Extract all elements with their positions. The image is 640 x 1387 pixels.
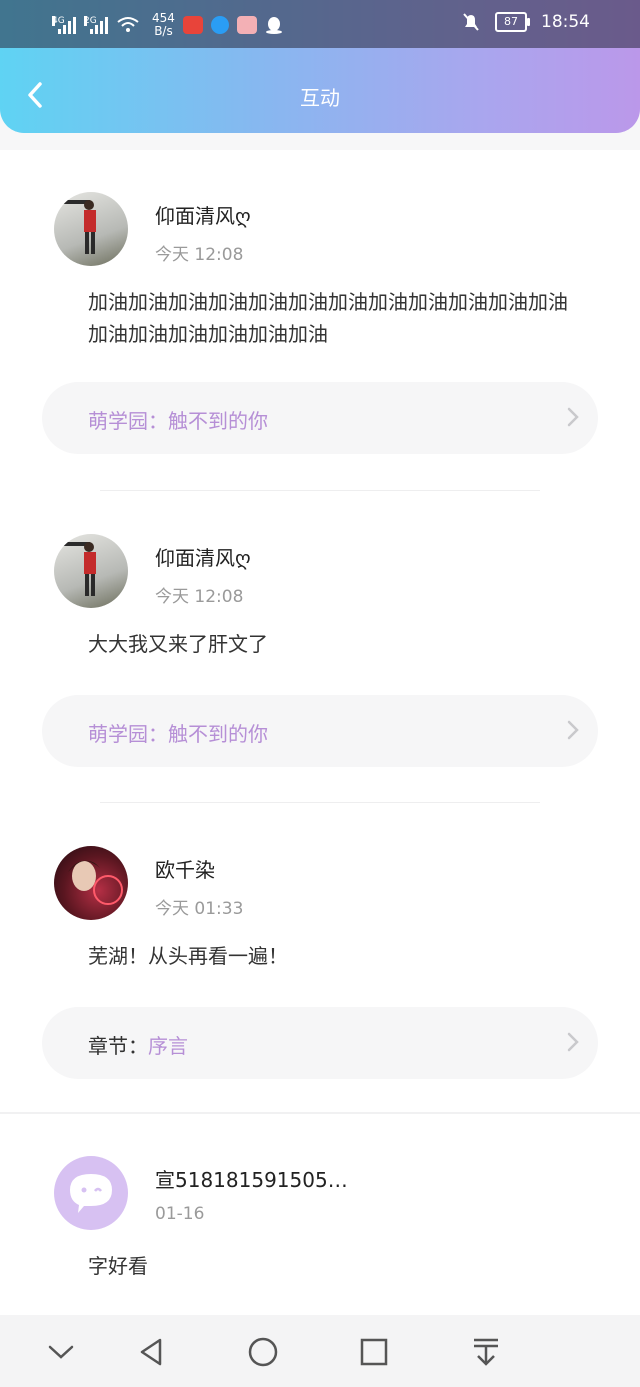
network-speed: 454 B/s bbox=[152, 11, 175, 38]
post-time: 今天 12:08 bbox=[155, 587, 244, 607]
divider bbox=[100, 490, 540, 491]
post-time: 今天 12:08 bbox=[155, 245, 244, 265]
default-avatar-icon bbox=[70, 1174, 112, 1213]
interaction-list: 仰面清风ღ 今天 12:08 加油加油加油加油加油加油加油加油加油加油加油加油加… bbox=[0, 150, 640, 1315]
avatar[interactable] bbox=[54, 534, 128, 608]
chevron-right-icon bbox=[567, 720, 579, 740]
chapter-link[interactable]: 章节：序言 bbox=[42, 1007, 598, 1079]
divider bbox=[100, 802, 540, 803]
avatar[interactable] bbox=[54, 192, 128, 266]
section-divider bbox=[0, 1112, 640, 1114]
comment-text: 芜湖！从头再看一遍！ bbox=[88, 944, 288, 968]
back-triangle-icon[interactable] bbox=[134, 1335, 168, 1369]
system-nav-bar bbox=[0, 1315, 640, 1387]
source-label: 萌学园：触不到的你 bbox=[88, 409, 268, 433]
bulb-app-icon bbox=[210, 16, 229, 34]
username: 欧千染 bbox=[155, 858, 215, 882]
page-title: 互动 bbox=[300, 86, 340, 110]
mute-bell-icon bbox=[463, 13, 479, 31]
comment-text: 大大我又来了肝文了 bbox=[88, 632, 268, 656]
signal-icon: 2G bbox=[84, 16, 108, 34]
username: 仰面清风ღ bbox=[155, 204, 251, 228]
username: 宣518181591505… bbox=[155, 1168, 348, 1192]
source-link[interactable]: 萌学园：触不到的你 bbox=[42, 695, 598, 767]
signal-icon: 4G bbox=[52, 16, 76, 34]
battery-icon: 87 bbox=[495, 12, 530, 32]
recent-apps-square-icon[interactable] bbox=[357, 1335, 391, 1369]
comment-text: 加油加油加油加油加油加油加油加油加油加油加油加油加油加油加油加油加油加油 bbox=[88, 290, 568, 346]
status-bar: 4G 2G 454 B/s 87 18:54 bbox=[0, 0, 640, 48]
wifi-icon bbox=[117, 17, 139, 32]
chapter-title: 序言 bbox=[148, 1034, 188, 1058]
status-time: 18:54 bbox=[541, 12, 590, 32]
username: 仰面清风ღ bbox=[155, 546, 251, 570]
avatar[interactable] bbox=[54, 1156, 128, 1230]
comment-text: 字好看 bbox=[88, 1254, 148, 1278]
app-notification-icon bbox=[182, 16, 203, 34]
chevron-down-icon[interactable] bbox=[44, 1335, 78, 1369]
post-time: 今天 01:33 bbox=[155, 899, 244, 919]
gift-app-icon bbox=[236, 16, 257, 34]
avatar[interactable] bbox=[54, 846, 128, 920]
chapter-label: 章节：序言 bbox=[88, 1030, 188, 1059]
avatar-photo-icon bbox=[68, 860, 123, 905]
chevron-right-icon bbox=[567, 407, 579, 427]
app-header: 4G 2G 454 B/s 87 18:54 互动 bbox=[0, 0, 640, 133]
chevron-right-icon bbox=[567, 1032, 579, 1052]
avatar-photo-icon bbox=[60, 542, 96, 596]
source-link[interactable]: 萌学园：触不到的你 bbox=[42, 382, 598, 454]
penguin-icon bbox=[265, 17, 282, 34]
home-circle-icon[interactable] bbox=[246, 1335, 280, 1369]
chapter-prefix: 章节： bbox=[88, 1034, 148, 1058]
post-time: 01-16 bbox=[155, 1204, 205, 1224]
notification-pulldown-icon[interactable] bbox=[469, 1335, 503, 1369]
source-label: 萌学园：触不到的你 bbox=[88, 722, 268, 746]
avatar-photo-icon bbox=[60, 200, 96, 254]
